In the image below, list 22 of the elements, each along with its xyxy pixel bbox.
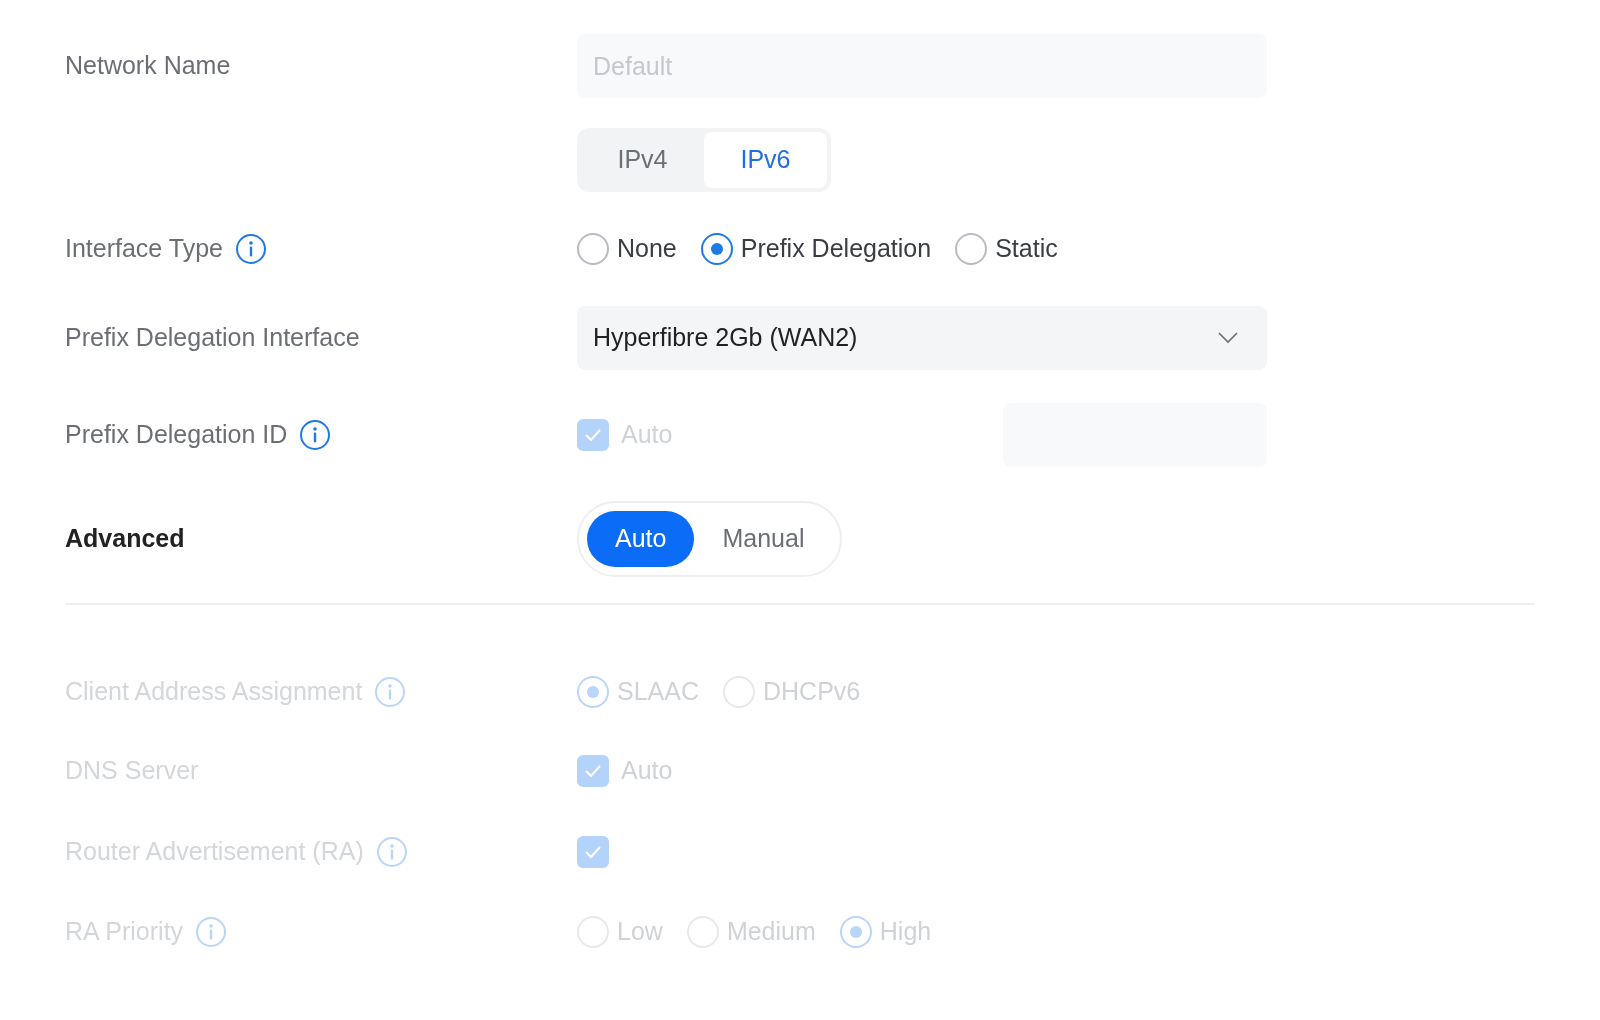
radio-button[interactable] [700, 233, 733, 265]
field-label: Interface Type [65, 233, 223, 265]
check-icon [584, 764, 602, 778]
check-icon [584, 428, 602, 442]
interface-dropdown[interactable]: Hyperfibre 2Gb (WAN2) [577, 306, 1267, 370]
segment-tab[interactable]: IPv4 [581, 132, 704, 188]
radio-button[interactable] [955, 233, 988, 265]
radio-label: Static [995, 233, 1058, 265]
radio-button[interactable] [577, 233, 609, 265]
info-icon[interactable] [299, 419, 332, 451]
mode-option[interactable]: Manual [694, 511, 833, 567]
info-icon[interactable] [235, 233, 267, 265]
segment-tab[interactable]: IPv6 [704, 132, 827, 188]
mode-option[interactable]: Auto [587, 511, 695, 567]
field-label: Prefix Delegation Interface [65, 322, 360, 354]
field-label: Network Name [65, 50, 231, 82]
radio-label: Prefix Delegation [740, 233, 932, 265]
field-label: Advanced [65, 523, 185, 555]
field-label: Prefix Delegation ID [65, 419, 288, 451]
chevron-down-icon [1217, 331, 1239, 345]
radio-label: None [617, 233, 677, 265]
check-icon [584, 845, 602, 859]
